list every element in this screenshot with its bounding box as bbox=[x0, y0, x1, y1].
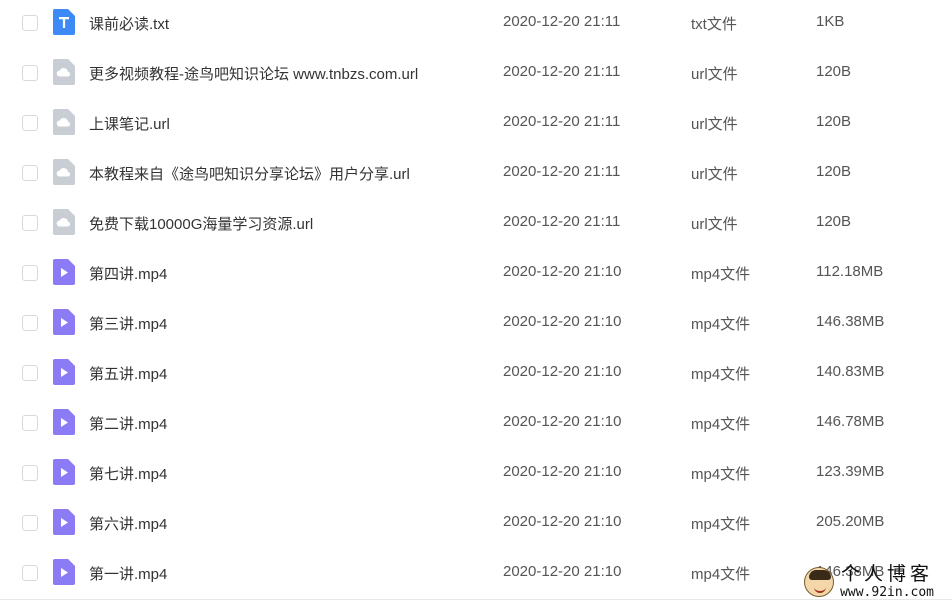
watermark-text: 个人博客 www.92in.com bbox=[840, 563, 934, 600]
divider bbox=[0, 599, 952, 600]
row-checkbox[interactable] bbox=[22, 565, 38, 581]
file-row[interactable]: 本教程来自《途鸟吧知识分享论坛》用户分享.url 2020-12-20 21:11… bbox=[0, 148, 952, 198]
row-checkbox[interactable] bbox=[22, 65, 38, 81]
file-size: 112.18MB bbox=[816, 263, 884, 280]
file-date: 2020-12-20 21:11 bbox=[503, 213, 621, 230]
file-date: 2020-12-20 21:10 bbox=[503, 413, 622, 430]
file-date: 2020-12-20 21:11 bbox=[503, 13, 621, 30]
url-file-icon bbox=[53, 109, 75, 135]
file-date: 2020-12-20 21:11 bbox=[503, 63, 621, 80]
file-name[interactable]: 第一讲.mp4 bbox=[89, 563, 167, 584]
file-row[interactable]: 更多视频教程-途鸟吧知识论坛 www.tnbzs.com.url 2020-12-… bbox=[0, 48, 952, 98]
watermark: 个人博客 www.92in.com bbox=[804, 565, 934, 599]
file-date: 2020-12-20 21:10 bbox=[503, 363, 622, 380]
file-size: 205.20MB bbox=[816, 513, 885, 530]
watermark-avatar-icon bbox=[804, 567, 835, 597]
file-size: 120B bbox=[816, 213, 852, 230]
file-size: 120B bbox=[816, 63, 852, 80]
file-type: mp4文件 bbox=[691, 466, 751, 483]
file-type: url文件 bbox=[691, 216, 738, 233]
file-name[interactable]: 上课笔记.url bbox=[89, 113, 170, 134]
file-type: mp4文件 bbox=[691, 266, 751, 283]
row-checkbox[interactable] bbox=[22, 15, 38, 31]
file-size: 146.78MB bbox=[816, 413, 885, 430]
file-date: 2020-12-20 21:10 bbox=[503, 513, 622, 530]
file-type: mp4文件 bbox=[691, 366, 751, 383]
url-file-icon bbox=[53, 59, 75, 85]
file-row[interactable]: 第四讲.mp4 2020-12-20 21:10 mp4文件 112.18MB bbox=[0, 248, 952, 298]
file-name[interactable]: 第五讲.mp4 bbox=[89, 363, 167, 384]
row-checkbox[interactable] bbox=[22, 115, 38, 131]
file-type: url文件 bbox=[691, 116, 738, 133]
file-row[interactable]: 第二讲.mp4 2020-12-20 21:10 mp4文件 146.78MB bbox=[0, 398, 952, 448]
file-name[interactable]: 第三讲.mp4 bbox=[89, 313, 167, 334]
row-checkbox[interactable] bbox=[22, 465, 38, 481]
file-date: 2020-12-20 21:11 bbox=[503, 113, 621, 130]
video-file-icon bbox=[53, 559, 75, 585]
file-row[interactable]: 第六讲.mp4 2020-12-20 21:10 mp4文件 205.20MB bbox=[0, 498, 952, 548]
file-name[interactable]: 免费下载10000G海量学习资源.url bbox=[89, 213, 313, 234]
file-row[interactable]: 第三讲.mp4 2020-12-20 21:10 mp4文件 146.38MB bbox=[0, 298, 952, 348]
video-file-icon bbox=[53, 309, 75, 335]
video-file-icon bbox=[53, 259, 75, 285]
file-type: mp4文件 bbox=[691, 316, 751, 333]
file-type: mp4文件 bbox=[691, 516, 751, 533]
file-size: 123.39MB bbox=[816, 463, 885, 480]
file-size: 120B bbox=[816, 113, 852, 130]
txt-file-icon bbox=[53, 9, 75, 35]
file-date: 2020-12-20 21:10 bbox=[503, 263, 622, 280]
file-type: txt文件 bbox=[691, 16, 737, 33]
video-file-icon bbox=[53, 509, 75, 535]
row-checkbox[interactable] bbox=[22, 265, 38, 281]
file-date: 2020-12-20 21:10 bbox=[503, 313, 622, 330]
video-file-icon bbox=[53, 359, 75, 385]
row-checkbox[interactable] bbox=[22, 515, 38, 531]
watermark-title: 个人博客 bbox=[841, 563, 934, 585]
file-name[interactable]: 课前必读.txt bbox=[89, 13, 169, 34]
url-file-icon bbox=[53, 159, 75, 185]
file-size: 1KB bbox=[816, 13, 845, 30]
video-file-icon bbox=[53, 409, 75, 435]
file-row[interactable]: 免费下载10000G海量学习资源.url 2020-12-20 21:11 url文… bbox=[0, 198, 952, 248]
video-file-icon bbox=[53, 459, 75, 485]
file-type: url文件 bbox=[691, 66, 738, 83]
row-checkbox[interactable] bbox=[22, 315, 38, 331]
file-name[interactable]: 更多视频教程-途鸟吧知识论坛 www.tnbzs.com.url bbox=[89, 63, 418, 84]
file-name[interactable]: 本教程来自《途鸟吧知识分享论坛》用户分享.url bbox=[89, 163, 410, 184]
file-row[interactable]: 课前必读.txt 2020-12-20 21:11 txt文件 1KB bbox=[0, 0, 952, 48]
row-checkbox[interactable] bbox=[22, 215, 38, 231]
file-type: mp4文件 bbox=[691, 416, 751, 433]
file-name[interactable]: 第二讲.mp4 bbox=[89, 413, 167, 434]
row-checkbox[interactable] bbox=[22, 415, 38, 431]
file-name[interactable]: 第七讲.mp4 bbox=[89, 463, 167, 484]
row-checkbox[interactable] bbox=[22, 165, 38, 181]
file-name[interactable]: 第四讲.mp4 bbox=[89, 263, 167, 284]
url-file-icon bbox=[53, 209, 75, 235]
file-row[interactable]: 上课笔记.url 2020-12-20 21:11 url文件 120B bbox=[0, 98, 952, 148]
file-date: 2020-12-20 21:10 bbox=[503, 463, 622, 480]
file-type: url文件 bbox=[691, 166, 738, 183]
watermark-url: www.92in.com bbox=[840, 585, 934, 600]
file-row[interactable]: 第七讲.mp4 2020-12-20 21:10 mp4文件 123.39MB bbox=[0, 448, 952, 498]
file-list: 课前必读.txt 2020-12-20 21:11 txt文件 1KB 更多视频教程-途… bbox=[0, 0, 952, 603]
file-size: 140.83MB bbox=[816, 363, 885, 380]
file-date: 2020-12-20 21:11 bbox=[503, 163, 621, 180]
file-type: mp4文件 bbox=[691, 566, 751, 583]
file-size: 120B bbox=[816, 163, 852, 180]
file-date: 2020-12-20 21:10 bbox=[503, 563, 622, 580]
row-checkbox[interactable] bbox=[22, 365, 38, 381]
file-size: 146.38MB bbox=[816, 313, 885, 330]
file-row[interactable]: 第五讲.mp4 2020-12-20 21:10 mp4文件 140.83MB bbox=[0, 348, 952, 398]
file-name[interactable]: 第六讲.mp4 bbox=[89, 513, 167, 534]
